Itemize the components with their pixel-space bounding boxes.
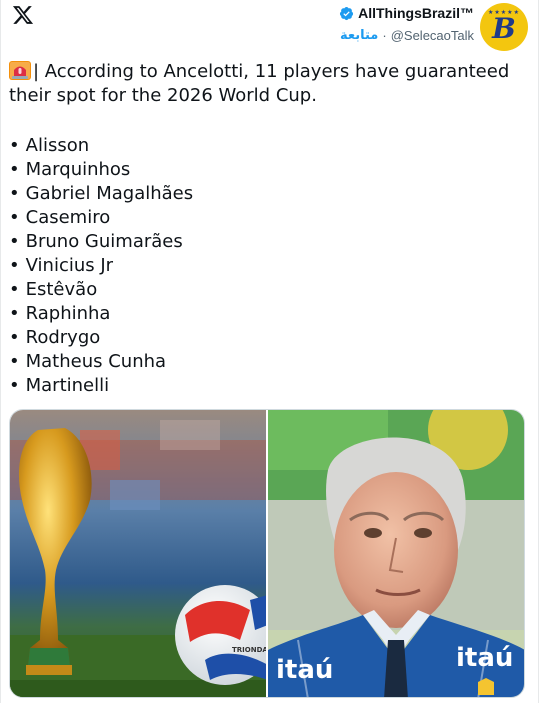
list-item: Casemiro: [9, 206, 193, 230]
list-item: Alisson: [9, 134, 193, 158]
tweet-media[interactable]: TRIONDA itaú itaú: [9, 409, 525, 698]
list-item: Raphinha: [9, 302, 193, 326]
list-item: Matheus Cunha: [9, 350, 193, 374]
tweet-intro: | According to Ancelotti, 11 players hav…: [9, 60, 529, 108]
avatar[interactable]: ★★★★★ B: [480, 3, 528, 51]
list-item: Gabriel Magalhães: [9, 182, 194, 206]
avatar-stars-icon: ★★★★★: [488, 9, 520, 16]
tweet-intro-text: | According to Ancelotti, 11 players hav…: [9, 61, 510, 106]
tweet-header: AllThingsBrazil™ متابعة · @SelecaoTalk ★…: [339, 3, 528, 51]
ancelotti-photo: itaú itaú: [268, 410, 524, 697]
trophy-ball-photo: TRIONDA: [10, 410, 266, 697]
list-item: Vinicius Jr: [9, 254, 193, 278]
list-item: Martinelli: [9, 374, 193, 398]
media-image-trophy[interactable]: TRIONDA: [10, 410, 266, 697]
verified-badge-icon: [340, 6, 354, 20]
author-sub-row: متابعة · @SelecaoTalk: [340, 26, 474, 44]
list-item: Bruno Guimarães: [9, 230, 193, 254]
list-item: Rodrygo: [9, 326, 193, 350]
ball-brand-text: TRIONDA: [232, 646, 266, 654]
author-display-name[interactable]: AllThingsBrazil™: [358, 5, 474, 21]
media-image-portrait[interactable]: itaú itaú: [268, 410, 524, 697]
x-logo-icon[interactable]: [11, 4, 35, 26]
list-item: Estêvão: [9, 278, 193, 302]
list-item: Marquinhos: [9, 158, 193, 182]
sponsor-text-right: itaú: [456, 643, 513, 673]
siren-icon: [9, 61, 31, 80]
author-name-row[interactable]: AllThingsBrazil™: [339, 4, 474, 22]
separator-dot: ·: [382, 27, 387, 43]
tweet-card: AllThingsBrazil™ متابعة · @SelecaoTalk ★…: [0, 0, 539, 703]
sponsor-text-left: itaú: [276, 655, 333, 685]
svg-text:B: B: [491, 12, 516, 44]
author-block: AllThingsBrazil™ متابعة · @SelecaoTalk: [339, 4, 474, 44]
author-handle[interactable]: @SelecaoTalk: [391, 28, 474, 43]
follow-button[interactable]: متابعة: [340, 28, 378, 43]
players-list: Alisson Marquinhos Gabriel Magalhães Cas…: [9, 134, 194, 398]
